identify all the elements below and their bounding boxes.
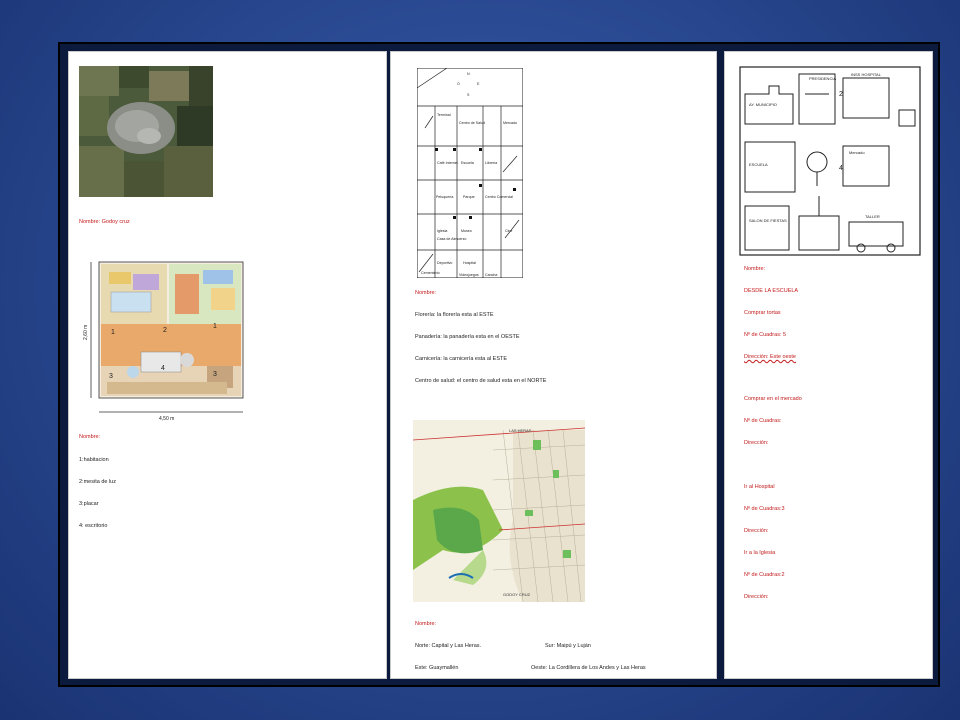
map-block-label: Casa de Almuerzo	[437, 237, 466, 241]
section-title: Nombre:	[415, 290, 437, 296]
label-num-2: 2	[839, 91, 843, 98]
town-drawing: PRESIDENCIA INSS HOSPITAL AY. MUNICIPIO …	[739, 66, 921, 256]
task-hospital: Ir al Hospital	[744, 484, 775, 490]
map-block-label: Museo	[461, 229, 472, 233]
map-block-label: Escuela	[461, 161, 474, 165]
document-page-1: Nombre: Godoy cruz 1 2 1 3 4 3 2,60 m 4,…	[68, 51, 387, 679]
blocks-count: Nº de Cuadras:2	[744, 572, 785, 578]
zone-label: 2	[163, 327, 167, 334]
map-block-label: Cine	[505, 229, 512, 233]
map-label-godoy-cruz: GODOY CRUZ	[503, 592, 531, 597]
direction-italic: Dirección: Este oeste	[744, 354, 796, 360]
zone-label: 3	[213, 371, 217, 378]
map-block-label: Centro Comercial	[485, 195, 513, 199]
map-block-label: Café Internet	[437, 161, 458, 165]
width-dimension: 4,50 m	[159, 416, 174, 422]
direction-line: Panadería: la panadería esta en el OESTE	[415, 334, 520, 340]
map-label-las-heras: LAS HERAS	[509, 428, 532, 433]
zone-label: 1	[111, 329, 115, 336]
direction-line: Florería: la florería esta al ESTE	[415, 312, 494, 318]
limit-oeste: Oeste: La Cordillera de Los Andes y Las …	[531, 665, 646, 671]
list-item: 2:mesita de luz	[79, 479, 116, 485]
zone-label: 4	[161, 365, 165, 372]
label-escuela: ESCUELA	[749, 162, 768, 167]
compass-north: N	[467, 72, 470, 76]
direction-label: Dirección:	[744, 594, 769, 600]
document-page-3: PRESIDENCIA INSS HOSPITAL AY. MUNICIPIO …	[724, 51, 933, 679]
direction-label: Dirección:	[744, 528, 769, 534]
list-item: 1:habitacion	[79, 457, 109, 463]
street-map: N S E O Terminal Centro de Salud Mercado…	[417, 68, 523, 278]
aerial-photo	[79, 66, 213, 197]
floorplan-image: 1 2 1 3 4 3 2,60 m 4,50 m	[83, 261, 244, 422]
map-block-label: Deportivo	[437, 261, 452, 265]
list-item: 4: escritorio	[79, 523, 108, 529]
blocks-count: Nº de Cuadras:3	[744, 506, 785, 512]
blocks-count: Nº de Cuadras: 5	[744, 332, 787, 338]
zone-label: 3	[109, 373, 113, 380]
limit-este: Este: Guaymallén	[415, 665, 459, 671]
route-from: DESDE LA ESCUELA	[744, 288, 799, 294]
label-hospital: INSS HOSPITAL	[851, 72, 882, 77]
direction-line: Carnicería: la carnicería esta al ESTE	[415, 356, 508, 362]
label-mercado: Mercado	[849, 150, 865, 155]
map-block-label: Parque	[463, 195, 475, 199]
map-block-label: Cancha	[485, 273, 497, 277]
map-block-label: Iglesia	[437, 229, 447, 233]
limit-norte: Norte: Capital y Las Heras.	[415, 643, 482, 649]
name-label: Nombre:	[744, 266, 766, 272]
map-block-label: Hospital	[463, 261, 476, 265]
blocks-count: Nº de Cuadras:	[744, 418, 782, 424]
document-page-2: N S E O Terminal Centro de Salud Mercado…	[390, 51, 717, 679]
label-ayuntamiento: AY. MUNICIPIO	[749, 102, 777, 107]
label-presidencia: PRESIDENCIA	[809, 76, 836, 81]
map-block-label: Cementerio	[421, 271, 440, 275]
aerial-caption: Nombre: Godoy cruz	[79, 219, 130, 225]
map-block-label: Terminal	[437, 113, 451, 117]
bottom-title: Nombre:	[415, 621, 437, 627]
direction-label: Dirección:	[744, 440, 769, 446]
label-num-4: 4	[839, 165, 843, 172]
document-frame: Nombre: Godoy cruz 1 2 1 3 4 3 2,60 m 4,…	[58, 42, 940, 687]
list-item: 3:placar	[79, 501, 99, 507]
limit-sur: Sur: Maipú y Luján	[545, 643, 591, 649]
compass-west: O	[457, 82, 460, 86]
city-map: LAS HERAS GODOY CRUZ	[413, 420, 585, 602]
task-buy-cakes: Comprar tortas	[744, 310, 781, 316]
label-taller: TALLER	[865, 214, 880, 219]
zone-label: 1	[213, 323, 217, 330]
map-block-label: Mercado	[503, 121, 517, 125]
map-block-label: Librería	[485, 161, 497, 165]
list-title: Nombre:	[79, 434, 101, 440]
label-salon: SALON DE FIESTAS	[749, 218, 787, 223]
map-block-label: Centro de Salud	[459, 121, 485, 125]
map-block-label: Videojuegos	[459, 273, 479, 277]
task-church: Ir a la Iglesia	[744, 550, 776, 556]
task-market: Comprar en el mercado	[744, 396, 802, 402]
direction-line: Centro de salud: el centro de salud esta…	[415, 378, 547, 384]
height-dimension: 2,60 m	[83, 325, 89, 340]
map-block-label: Peluquería	[436, 195, 453, 199]
